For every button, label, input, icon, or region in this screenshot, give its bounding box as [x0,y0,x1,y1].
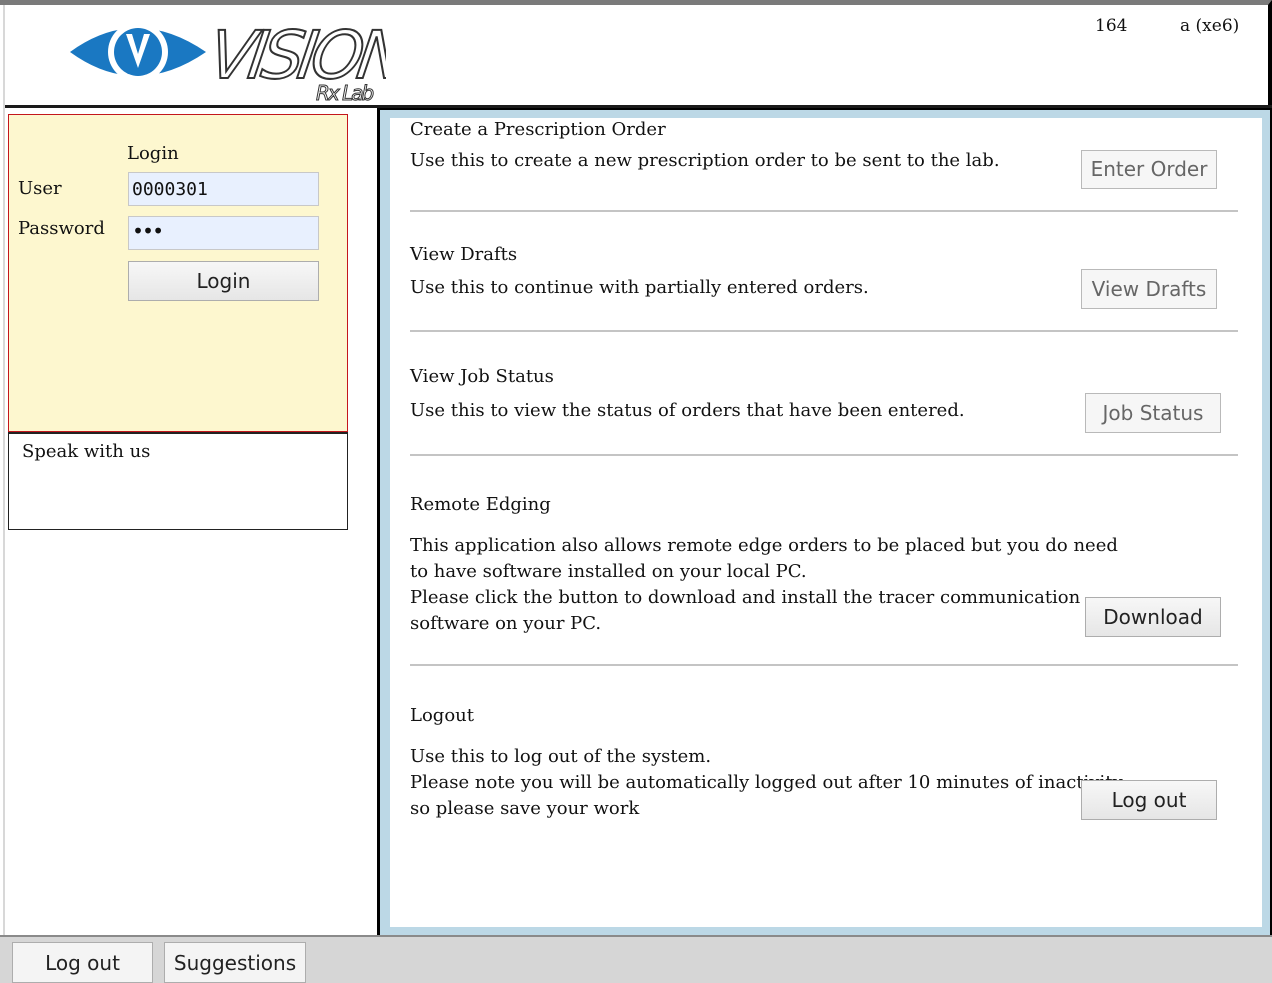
section-divider [410,330,1238,332]
vision-rx-lab-logo: VISION Rx Lab [66,12,412,106]
remote-edging-text-3: Please click the button to download and … [410,587,1081,608]
eye-logo-icon: VISION Rx Lab [70,15,412,106]
view-drafts-title: View Drafts [410,244,518,265]
remote-edging-text-4: software on your PC. [410,613,602,634]
section-divider [410,454,1238,456]
header-user-info: a (xe6) [1180,16,1240,36]
login-heading: Login [127,143,179,164]
user-input[interactable] [128,172,319,206]
login-panel: Login User Password ••• Login [8,114,348,432]
job-status-button[interactable]: Job Status [1085,393,1221,433]
logout-section-button[interactable]: Log out [1081,780,1217,820]
footer-logout-button[interactable]: Log out [12,942,153,983]
create-order-text: Use this to create a new prescription or… [410,150,1000,171]
section-divider [410,664,1238,666]
header-counter: 164 [1095,16,1128,36]
logout-text-3: so please save your work [410,798,640,819]
job-status-text: Use this to view the status of orders th… [410,400,965,421]
logo-sub-text: Rx Lab [316,81,373,104]
speak-with-us-text: Speak with us [22,441,151,462]
section-divider [410,210,1238,212]
download-button[interactable]: Download [1085,597,1221,637]
view-drafts-button[interactable]: View Drafts [1081,269,1217,309]
logout-title: Logout [410,705,474,726]
password-label: Password [18,218,105,239]
remote-edging-title: Remote Edging [410,494,551,515]
footer-suggestions-button[interactable]: Suggestions [164,942,306,983]
logout-text-2: Please note you will be automatically lo… [410,772,1123,793]
create-order-title: Create a Prescription Order [410,119,666,140]
login-button[interactable]: Login [128,261,319,301]
job-status-title: View Job Status [410,366,554,387]
view-drafts-text: Use this to continue with partially ente… [410,277,869,298]
remote-edging-text-1: This application also allows remote edge… [410,535,1118,556]
speak-with-us-panel: Speak with us [8,432,348,530]
password-input[interactable]: ••• [128,216,319,250]
user-label: User [18,178,62,199]
enter-order-button[interactable]: Enter Order [1081,150,1217,189]
remote-edging-text-2: to have software installed on your local… [410,561,807,582]
logout-text-1: Use this to log out of the system. [410,746,712,767]
